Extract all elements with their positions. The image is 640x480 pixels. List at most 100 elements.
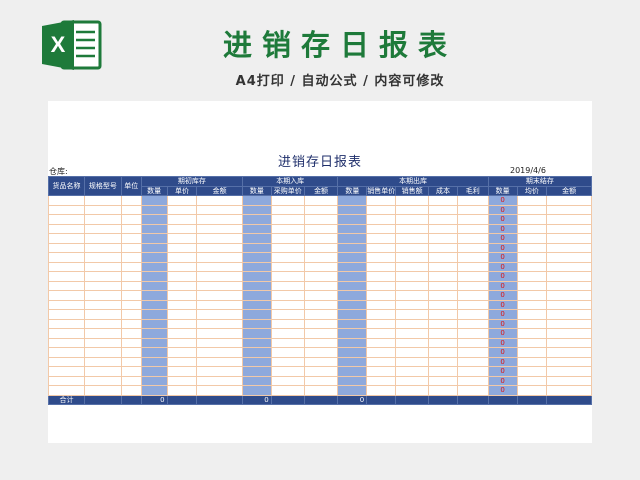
table-cell[interactable] <box>166 347 198 358</box>
table-cell[interactable] <box>196 318 243 329</box>
table-cell[interactable] <box>516 214 548 225</box>
table-cell[interactable] <box>270 204 305 215</box>
table-cell[interactable] <box>546 223 592 234</box>
table-cell[interactable] <box>428 214 458 225</box>
table-cell[interactable] <box>120 271 142 282</box>
table-cell[interactable] <box>120 309 142 320</box>
table-cell[interactable] <box>516 385 548 396</box>
closing-qty-cell[interactable]: 0 <box>487 290 518 301</box>
table-cell[interactable] <box>395 299 430 310</box>
table-cell[interactable] <box>456 252 489 263</box>
table-cell[interactable] <box>337 366 368 377</box>
table-cell[interactable] <box>516 309 548 320</box>
table-cell[interactable] <box>120 280 142 291</box>
table-cell[interactable] <box>456 337 489 348</box>
table-cell[interactable] <box>395 223 430 234</box>
table-cell[interactable] <box>546 214 592 225</box>
table-cell[interactable] <box>456 271 489 282</box>
table-cell[interactable] <box>270 271 305 282</box>
table-cell[interactable] <box>428 347 458 358</box>
table-cell[interactable] <box>196 242 243 253</box>
table-cell[interactable] <box>140 204 168 215</box>
table-cell[interactable] <box>366 328 397 339</box>
table-cell[interactable] <box>120 214 142 225</box>
table-cell[interactable] <box>241 195 272 206</box>
table-cell[interactable] <box>546 261 592 272</box>
table-cell[interactable] <box>428 261 458 272</box>
table-cell[interactable] <box>166 356 198 367</box>
table-cell[interactable] <box>120 233 142 244</box>
table-cell[interactable] <box>166 385 198 396</box>
table-cell[interactable] <box>395 328 430 339</box>
table-cell[interactable] <box>48 337 85 348</box>
table-cell[interactable] <box>270 223 305 234</box>
table-cell[interactable] <box>546 385 592 396</box>
table-cell[interactable] <box>395 233 430 244</box>
closing-qty-cell[interactable]: 0 <box>487 261 518 272</box>
table-cell[interactable] <box>395 318 430 329</box>
table-cell[interactable] <box>337 204 368 215</box>
table-cell[interactable] <box>140 214 168 225</box>
table-cell[interactable] <box>303 214 339 225</box>
table-cell[interactable] <box>270 337 305 348</box>
table-cell[interactable] <box>166 337 198 348</box>
table-cell[interactable] <box>241 347 272 358</box>
table-cell[interactable] <box>303 233 339 244</box>
closing-qty-cell[interactable]: 0 <box>487 337 518 348</box>
table-cell[interactable] <box>303 328 339 339</box>
table-cell[interactable] <box>546 356 592 367</box>
table-cell[interactable] <box>270 375 305 386</box>
table-cell[interactable] <box>303 375 339 386</box>
table-cell[interactable] <box>546 271 592 282</box>
table-cell[interactable] <box>241 356 272 367</box>
table-cell[interactable] <box>337 375 368 386</box>
table-cell[interactable] <box>303 280 339 291</box>
table-cell[interactable] <box>546 233 592 244</box>
table-cell[interactable] <box>337 337 368 348</box>
table-cell[interactable] <box>270 261 305 272</box>
table-cell[interactable] <box>428 271 458 282</box>
table-cell[interactable] <box>83 290 122 301</box>
table-cell[interactable] <box>48 318 85 329</box>
table-cell[interactable] <box>428 290 458 301</box>
table-cell[interactable] <box>337 356 368 367</box>
table-cell[interactable] <box>428 356 458 367</box>
table-cell[interactable] <box>140 261 168 272</box>
table-cell[interactable] <box>140 271 168 282</box>
table-cell[interactable] <box>456 385 489 396</box>
table-cell[interactable] <box>166 261 198 272</box>
closing-qty-cell[interactable]: 0 <box>487 204 518 215</box>
table-cell[interactable] <box>516 261 548 272</box>
table-cell[interactable] <box>270 252 305 263</box>
table-cell[interactable] <box>196 290 243 301</box>
table-cell[interactable] <box>270 242 305 253</box>
table-cell[interactable] <box>366 223 397 234</box>
table-cell[interactable] <box>166 280 198 291</box>
table-cell[interactable] <box>428 280 458 291</box>
table-cell[interactable] <box>120 337 142 348</box>
table-cell[interactable] <box>516 290 548 301</box>
table-cell[interactable] <box>337 233 368 244</box>
table-cell[interactable] <box>48 356 85 367</box>
table-cell[interactable] <box>366 204 397 215</box>
table-cell[interactable] <box>120 195 142 206</box>
table-cell[interactable] <box>428 309 458 320</box>
table-cell[interactable] <box>428 204 458 215</box>
table-cell[interactable] <box>516 366 548 377</box>
table-cell[interactable] <box>241 309 272 320</box>
table-cell[interactable] <box>516 318 548 329</box>
table-cell[interactable] <box>428 375 458 386</box>
table-cell[interactable] <box>366 214 397 225</box>
closing-qty-cell[interactable]: 0 <box>487 214 518 225</box>
table-cell[interactable] <box>337 385 368 396</box>
table-cell[interactable] <box>337 223 368 234</box>
closing-qty-cell[interactable]: 0 <box>487 375 518 386</box>
table-cell[interactable] <box>166 318 198 329</box>
table-cell[interactable] <box>48 233 85 244</box>
table-cell[interactable] <box>516 204 548 215</box>
table-cell[interactable] <box>303 195 339 206</box>
table-cell[interactable] <box>303 271 339 282</box>
table-cell[interactable] <box>196 233 243 244</box>
table-cell[interactable] <box>428 318 458 329</box>
closing-qty-cell[interactable]: 0 <box>487 347 518 358</box>
